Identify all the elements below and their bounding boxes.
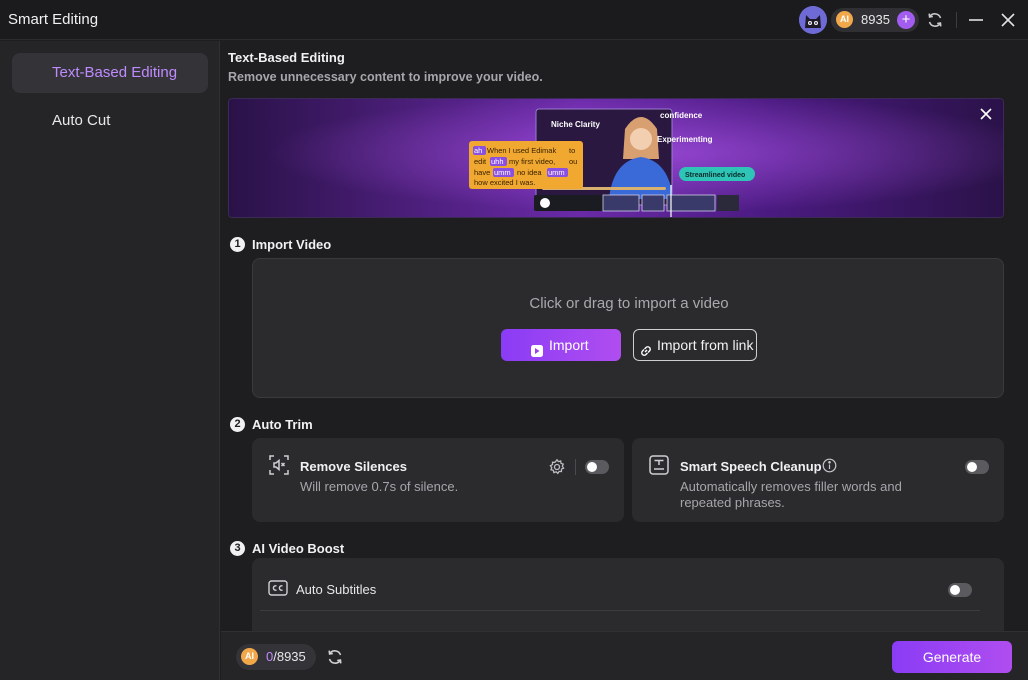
main-panel: Text-Based Editing Remove unnecessary co… xyxy=(221,41,1028,631)
transcript-line-2-tail: ou xyxy=(569,157,577,166)
transcript-filler-umm: umm xyxy=(494,168,511,177)
mute-icon xyxy=(268,454,290,476)
remove-silences-title: Remove Silences xyxy=(300,459,407,474)
import-button-label: Import xyxy=(549,337,589,353)
sidebar-item-text-based-editing[interactable]: Text-Based Editing xyxy=(12,53,208,93)
smart-speech-cleanup-title: Smart Speech Cleanup xyxy=(680,459,822,474)
ai-video-boost-panel: Auto Subtitles xyxy=(252,558,1004,631)
banner-tag-experimenting: Experimenting xyxy=(657,135,713,144)
step-2-title: Auto Trim xyxy=(252,417,313,432)
banner-tag-streamlined: Streamlined video xyxy=(685,172,745,179)
ai-coin-icon: AI xyxy=(836,11,853,28)
remove-silences-desc: Will remove 0.7s of silence. xyxy=(300,479,459,494)
refresh-icon[interactable] xyxy=(925,10,945,30)
transcript-line-3-start: have xyxy=(474,168,490,177)
settings-gear-icon[interactable] xyxy=(548,458,566,476)
ai-coin-icon: AI xyxy=(241,648,258,665)
credits-total: /8935 xyxy=(273,649,306,664)
page-subtitle: Remove unnecessary content to improve yo… xyxy=(228,70,543,84)
transcript-line-2-start: edit xyxy=(474,157,487,166)
smart-speech-cleanup-toggle[interactable] xyxy=(965,460,989,474)
remove-silences-card: Remove Silences Will remove 0.7s of sile… xyxy=(252,438,624,522)
transcript-line-1: When I used Edimak xyxy=(487,146,556,155)
title-bar: Smart Editing AI 8935 + xyxy=(0,0,1028,40)
close-icon[interactable] xyxy=(998,10,1018,30)
generate-button[interactable]: Generate xyxy=(892,641,1012,673)
import-video-icon xyxy=(530,337,544,357)
import-from-link-button[interactable]: Import from link xyxy=(633,329,757,361)
banner-tag-confidence: confidence xyxy=(660,111,703,120)
step-3-badge: 3 xyxy=(230,541,245,556)
transcript-line-2: my first video, xyxy=(509,157,555,166)
remove-silences-toggle[interactable] xyxy=(585,460,609,474)
sidebar-item-auto-cut[interactable]: Auto Cut xyxy=(12,101,208,141)
close-banner-icon[interactable] xyxy=(977,105,995,123)
page-title: Text-Based Editing xyxy=(228,50,345,65)
step-2-badge: 2 xyxy=(230,417,245,432)
add-credits-button[interactable]: + xyxy=(897,11,915,29)
step-1-badge: 1 xyxy=(230,237,245,252)
promo-banner: Niche Clarity confidence Experimenting S… xyxy=(228,98,1004,218)
text-cleanup-icon xyxy=(648,454,670,476)
credit-usage-text: 0/8935 xyxy=(266,649,306,664)
banner-tag-niche-clarity: Niche Clarity xyxy=(551,120,600,129)
import-hint: Click or drag to import a video xyxy=(529,295,729,312)
transcript-line-4: how excited I was. xyxy=(474,178,535,187)
step-1-title: Import Video xyxy=(252,237,332,252)
card-divider xyxy=(575,459,576,475)
import-drop-zone[interactable]: Click or drag to import a video Import I… xyxy=(252,258,1004,398)
banner-illustration: Niche Clarity confidence Experimenting S… xyxy=(229,99,1003,217)
app-title: Smart Editing xyxy=(8,11,99,28)
import-from-link-label: Import from link xyxy=(657,337,754,353)
sidebar: Text-Based Editing Auto Cut xyxy=(0,41,220,680)
step-3-title: AI Video Boost xyxy=(252,541,345,556)
transcript-line-1-tail: to xyxy=(569,146,575,155)
transcript-filler-umm-2: umm xyxy=(548,168,565,177)
smart-speech-cleanup-desc: Automatically removes filler words and r… xyxy=(680,479,902,510)
boost-divider xyxy=(260,610,980,611)
link-icon xyxy=(639,338,653,356)
import-button[interactable]: Import xyxy=(501,329,621,361)
minimize-icon[interactable] xyxy=(966,10,986,30)
transcript-line-3: no idea xyxy=(517,168,542,177)
credit-balance[interactable]: AI 8935 + xyxy=(831,8,919,32)
refresh-credits-icon[interactable] xyxy=(325,647,345,667)
auto-subtitles-label: Auto Subtitles xyxy=(296,582,377,597)
transcript-filler-uhh: uhh xyxy=(491,157,504,166)
avatar[interactable] xyxy=(799,6,827,34)
transcript-filler-ah: ah xyxy=(474,146,482,155)
title-divider xyxy=(956,12,957,28)
credit-value: 8935 xyxy=(861,12,890,27)
footer-bar: AI 0/8935 Generate xyxy=(221,631,1028,680)
auto-subtitles-toggle[interactable] xyxy=(948,583,972,597)
smart-speech-cleanup-card: Smart Speech Cleanup Automatically remov… xyxy=(632,438,1004,522)
info-icon[interactable] xyxy=(822,458,837,473)
closed-captions-icon xyxy=(268,580,288,596)
credit-usage: AI 0/8935 xyxy=(236,644,316,670)
